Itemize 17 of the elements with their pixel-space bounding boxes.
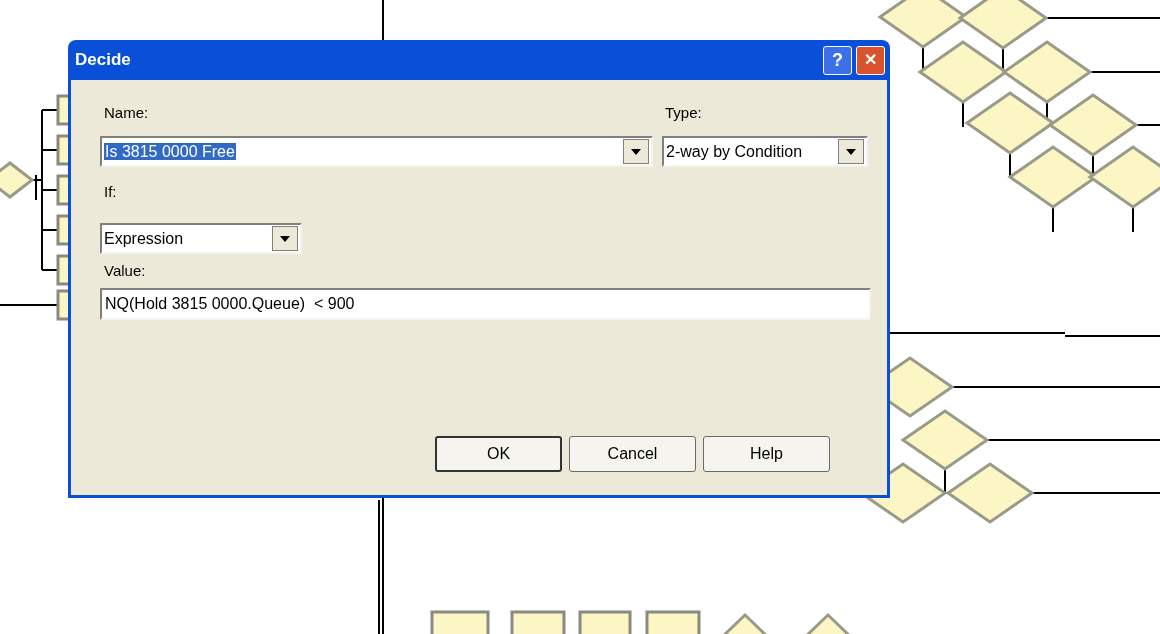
dialog-button[interactable]: Help xyxy=(703,436,830,472)
window-title: Decide xyxy=(75,49,132,72)
dialog-button[interactable]: OK xyxy=(435,436,562,472)
if-combo[interactable]: Expression xyxy=(100,223,302,254)
value-label: Value: xyxy=(104,261,146,281)
name-combo[interactable]: Is 3815 0000 Free xyxy=(100,136,653,167)
name-label: Name: xyxy=(104,103,149,123)
type-combo[interactable]: 2-way by Condition xyxy=(662,136,868,167)
type-label: Type: xyxy=(665,103,702,123)
close-button[interactable]: ✕ xyxy=(856,45,885,75)
value-field[interactable]: NQ(Hold 3815 0000.Queue) < 900 xyxy=(100,288,871,320)
help-button[interactable]: ? xyxy=(823,45,852,75)
name-value: Is 3815 0000 Free xyxy=(104,141,237,162)
dialog-button[interactable]: Cancel xyxy=(569,436,696,472)
type-value: 2-way by Condition xyxy=(666,141,804,162)
if-label: If: xyxy=(104,182,117,202)
if-value: Expression xyxy=(104,228,185,249)
